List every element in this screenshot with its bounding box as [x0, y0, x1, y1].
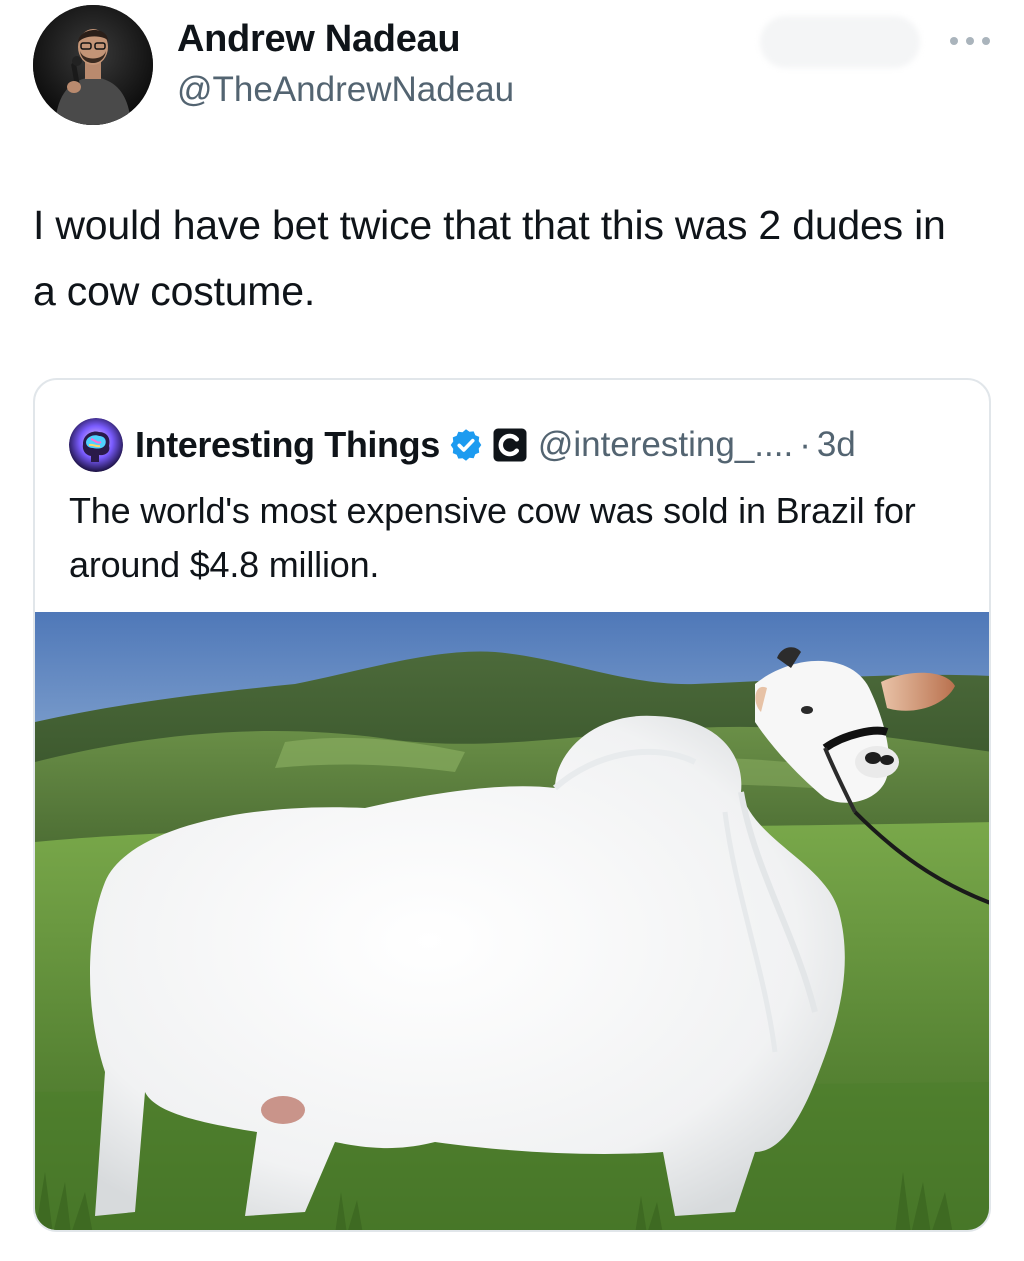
more-horizontal-icon — [950, 37, 990, 45]
brain-avatar-icon — [69, 418, 123, 472]
quoted-separator: · — [799, 425, 811, 464]
tweet-text: I would have bet twice that that this wa… — [33, 202, 946, 314]
cow-photo — [35, 612, 989, 1230]
author-name[interactable]: Andrew Nadeau — [177, 18, 461, 61]
affiliate-c-icon — [493, 428, 527, 462]
quoted-author-avatar[interactable] — [69, 418, 123, 472]
more-options-button[interactable] — [940, 24, 1000, 58]
author-handle[interactable]: @TheAndrewNadeau — [177, 70, 514, 110]
blurred-follow-area — [760, 16, 920, 68]
quoted-tweet-media[interactable] — [35, 612, 989, 1230]
quoted-tweet-header: Interesting Things @interesting_.... · 3… — [69, 418, 856, 472]
quoted-author-handle[interactable]: @interesting_.... — [538, 425, 793, 465]
quoted-tweet-text: The world's most expensive cow was sold … — [69, 490, 916, 585]
avatar-photo — [33, 5, 153, 125]
author-avatar[interactable] — [33, 5, 153, 125]
verified-badge-icon — [450, 429, 482, 461]
quoted-tweet-card[interactable]: Interesting Things @interesting_.... · 3… — [33, 378, 991, 1232]
quoted-timestamp[interactable]: 3d — [817, 425, 856, 465]
quoted-author-name[interactable]: Interesting Things — [135, 424, 440, 466]
